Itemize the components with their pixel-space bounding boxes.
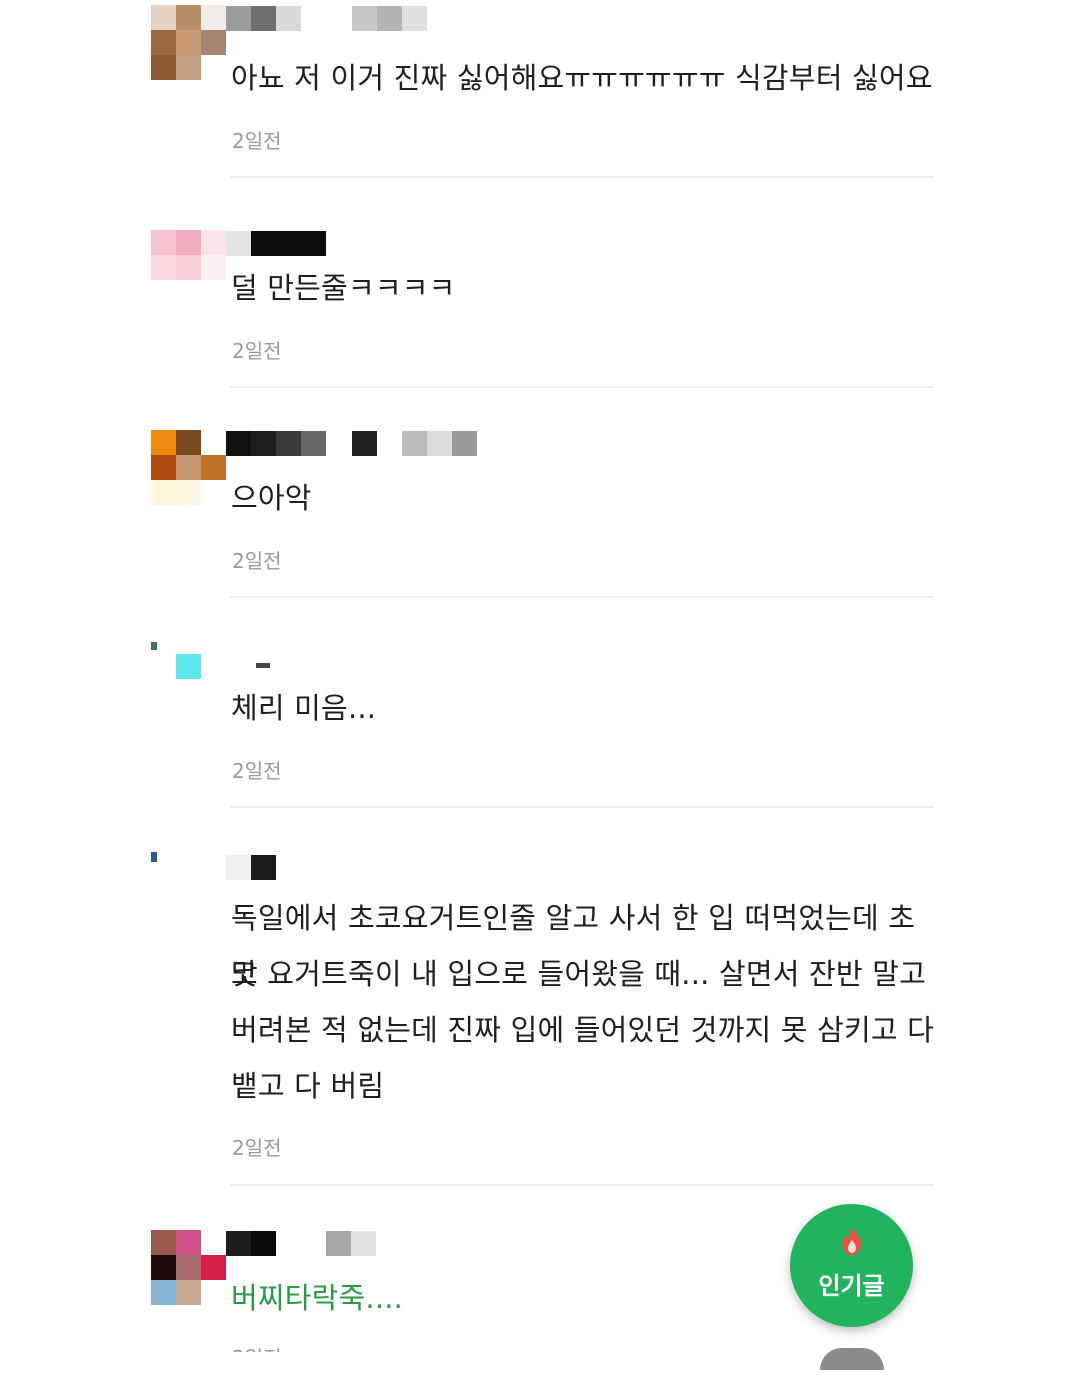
comment-text: 아뇨 저 이거 진짜 싫어해요ㅠㅠㅠㅠㅠㅠ 식감부터 싫어요 xyxy=(231,61,933,95)
comment-text: 덜 만든줄ㅋㅋㅋㅋ xyxy=(231,271,456,305)
avatar[interactable] xyxy=(151,642,226,717)
comment-time: 2일전 xyxy=(232,339,282,363)
username[interactable] xyxy=(226,654,276,679)
avatar[interactable] xyxy=(151,430,226,505)
divider xyxy=(230,596,934,598)
comment-text-line: 버려본 적 없는데 진짜 입에 들어있던 것까지 못 삼키고 다 xyxy=(231,1013,935,1047)
comment-time: 2일전 xyxy=(232,759,282,783)
username[interactable] xyxy=(226,231,326,256)
bottom-crop xyxy=(0,1352,1080,1375)
divider xyxy=(230,176,934,178)
username[interactable] xyxy=(226,431,481,456)
comment-text: 체리 미음... xyxy=(231,691,377,725)
divider xyxy=(230,1184,934,1186)
divider xyxy=(230,386,934,388)
avatar[interactable] xyxy=(151,5,226,80)
popular-posts-label: 인기글 xyxy=(818,1272,885,1300)
avatar[interactable] xyxy=(151,230,226,305)
comment-text-line: 맛 요거트죽이 내 입으로 들어왔을 때... 살면서 잔반 말고 xyxy=(231,957,926,991)
avatar[interactable] xyxy=(151,852,226,927)
username[interactable] xyxy=(226,1231,378,1256)
popular-posts-button[interactable]: 인기글 xyxy=(790,1204,913,1327)
comment-text-line: 뱉고 다 버림 xyxy=(231,1069,385,1103)
comment-time: 2일전 xyxy=(232,1136,282,1160)
fire-icon xyxy=(843,1227,861,1255)
comment-text: 으아악 xyxy=(231,481,312,515)
scroll-top-button[interactable] xyxy=(820,1348,884,1370)
divider xyxy=(230,806,934,808)
comment-time: 2일전 xyxy=(232,549,282,573)
username[interactable] xyxy=(226,6,436,31)
username[interactable] xyxy=(226,855,276,880)
avatar[interactable] xyxy=(151,1230,226,1305)
comment-time: 2일전 xyxy=(232,129,282,153)
